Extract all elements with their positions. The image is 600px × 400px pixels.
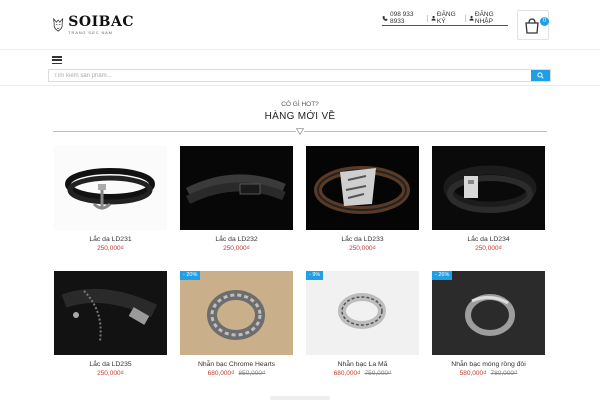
product-card[interactable]: Lắc da LD235 250,000₫ <box>54 271 167 377</box>
product-card[interactable]: - 26% Nhẫn bạc móng rồng đôi 580,000₫ 780… <box>432 271 545 377</box>
product-image[interactable] <box>180 146 293 230</box>
separator <box>464 14 466 22</box>
section-title: HÀNG MỚI VỀ <box>264 111 336 122</box>
logo[interactable]: SOIBAC TRANG SỨC NAM <box>52 10 134 40</box>
product-price: 580,000₫ <box>459 370 487 377</box>
top-links: 098 933 8933 ĐĂNG KÝ ĐĂNG NHẬP <box>382 11 508 25</box>
separator <box>426 14 428 22</box>
product-old-price: 780,000₫ <box>490 370 518 377</box>
logo-tagline: TRANG SỨC NAM <box>68 30 113 35</box>
register-link[interactable]: ĐĂNG KÝ <box>431 11 462 25</box>
discount-badge: - 26% <box>432 271 453 280</box>
product-photo-ring <box>432 271 545 355</box>
product-photo-bracelet <box>306 146 419 230</box>
product-card[interactable]: - 9% Nhẫn bạc La Mã 680,000₫ 750,000₫ <box>306 271 419 377</box>
product-prices: 250,000₫ <box>54 245 167 252</box>
product-photo-ring <box>180 271 293 355</box>
product-prices: 680,000₫ 850,000₫ <box>180 370 293 377</box>
product-card[interactable]: Lắc da LD233 250,000₫ <box>306 146 419 252</box>
product-name[interactable]: Lắc da LD234 <box>432 236 545 243</box>
product-name[interactable]: Lắc da LD231 <box>54 236 167 243</box>
product-name[interactable]: Lắc da LD232 <box>180 236 293 243</box>
product-image[interactable]: - 20% <box>180 271 293 355</box>
section-subtitle: CÓ GÌ HOT? <box>281 101 319 108</box>
logo-name: SOIBAC <box>68 14 134 30</box>
search-button[interactable] <box>531 70 550 81</box>
search-bar <box>48 69 551 82</box>
product-name[interactable]: Nhẫn bạc La Mã <box>306 361 419 368</box>
product-prices: 250,000₫ <box>432 245 545 252</box>
product-image[interactable] <box>54 271 167 355</box>
product-card[interactable]: - 20% Nhẫn bạc Chrome Hearts 680,000₫ 850… <box>180 271 293 377</box>
search-input[interactable] <box>49 70 532 81</box>
cart-button[interactable]: 0 <box>517 10 549 40</box>
discount-badge: - 9% <box>306 271 324 280</box>
chevron-down-icon <box>296 128 304 135</box>
hamburger-icon[interactable] <box>52 56 62 64</box>
product-card[interactable]: Lắc da LD234 250,000₫ <box>432 146 545 252</box>
scroll-indicator <box>270 396 330 400</box>
product-name[interactable]: Lắc da LD235 <box>54 361 167 368</box>
product-prices: 250,000₫ <box>306 245 419 252</box>
product-photo-bracelet <box>54 146 167 230</box>
wolf-logo-icon <box>53 17 64 32</box>
product-card[interactable]: Lắc da LD232 250,000₫ <box>180 146 293 252</box>
phone-number: 098 933 8933 <box>389 11 414 25</box>
product-price: 680,000₫ <box>333 370 361 377</box>
user-icon <box>431 15 436 21</box>
product-photo-bracelet <box>432 146 545 230</box>
product-card[interactable]: Lắc da LD231 250,000₫ <box>54 146 167 252</box>
user-icon <box>469 15 474 21</box>
cart-icon <box>525 18 539 34</box>
site-header: SOIBAC TRANG SỨC NAM 098 933 8933 ĐĂNG K… <box>0 0 600 50</box>
nav-bar <box>0 50 600 86</box>
product-prices: 250,000₫ <box>180 245 293 252</box>
product-name[interactable]: Nhẫn bạc Chrome Hearts <box>180 361 293 368</box>
product-price: 250,000₫ <box>349 245 376 252</box>
product-image[interactable]: - 26% <box>432 271 545 355</box>
product-prices: 250,000₫ <box>54 370 167 377</box>
search-icon <box>537 72 544 79</box>
product-old-price: 750,000₫ <box>364 370 392 377</box>
product-price: 250,000₫ <box>97 370 124 377</box>
product-photo-bracelet <box>180 146 293 230</box>
product-prices: 680,000₫ 750,000₫ <box>306 370 419 377</box>
product-name[interactable]: Lắc da LD233 <box>306 236 419 243</box>
product-price: 250,000₫ <box>223 245 250 252</box>
product-image[interactable] <box>54 146 167 230</box>
cart-count-badge: 0 <box>540 17 549 26</box>
login-link[interactable]: ĐĂNG NHẬP <box>469 11 508 25</box>
product-photo-bracelet <box>54 271 167 355</box>
login-label: ĐĂNG NHẬP <box>474 11 494 25</box>
product-price: 250,000₫ <box>97 245 124 252</box>
product-photo-ring <box>306 271 419 355</box>
product-image[interactable]: - 9% <box>306 271 419 355</box>
product-old-price: 850,000₫ <box>238 370 266 377</box>
product-name[interactable]: Nhẫn bạc móng rồng đôi <box>432 361 545 368</box>
phone-icon <box>382 15 388 21</box>
product-prices: 580,000₫ 780,000₫ <box>432 370 545 377</box>
register-label: ĐĂNG KÝ <box>436 11 456 25</box>
discount-badge: - 20% <box>180 271 201 280</box>
product-price: 680,000₫ <box>207 370 235 377</box>
product-image[interactable] <box>306 146 419 230</box>
product-price: 250,000₫ <box>475 245 502 252</box>
top-links-underline <box>382 25 508 26</box>
product-image[interactable] <box>432 146 545 230</box>
phone-link[interactable]: 098 933 8933 <box>382 11 424 25</box>
